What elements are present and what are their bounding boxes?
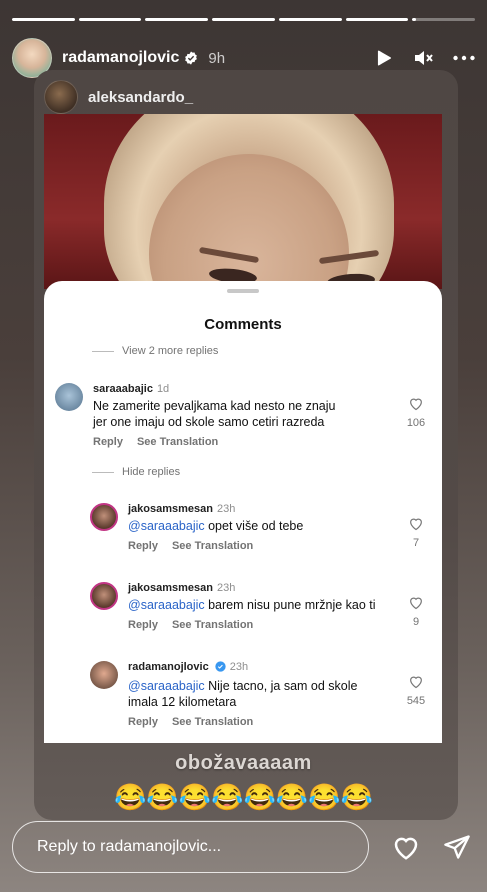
like-count: 106 xyxy=(406,417,426,429)
comment: jakosamsmesan 23h @saraaabajic barem nisu… xyxy=(90,582,378,631)
like-control: 106 xyxy=(401,396,431,429)
progress-segment xyxy=(12,18,75,21)
hide-replies: Hide replies xyxy=(92,466,180,478)
sheet-title: Comments xyxy=(204,316,282,333)
reply-input[interactable]: Reply to radamanojlovic... xyxy=(12,821,369,873)
avatar xyxy=(90,503,118,531)
reply-link: Reply xyxy=(128,540,158,552)
see-translation-link: See Translation xyxy=(171,619,254,631)
repost-avatar xyxy=(44,80,78,114)
like-count: 9 xyxy=(412,616,420,628)
comment-time: 23h xyxy=(217,503,236,515)
post-photo xyxy=(44,114,442,289)
verified-badge-icon xyxy=(184,51,198,65)
comment-username: saraaabajic xyxy=(93,383,153,395)
like-control: 9 xyxy=(401,595,431,628)
heart-icon xyxy=(410,398,422,411)
story-progress xyxy=(12,18,476,21)
story-username[interactable]: radamanojlovic xyxy=(62,49,179,67)
comment-username: jakosamsmesan xyxy=(128,582,213,594)
progress-segment xyxy=(345,18,409,21)
avatar xyxy=(90,582,118,610)
progress-segment xyxy=(412,18,476,21)
more-icon[interactable] xyxy=(453,47,475,69)
view-more-replies: View 2 more replies xyxy=(92,345,218,357)
comments-sheet: Comments View 2 more replies saraaabajic… xyxy=(44,281,442,743)
comment: jakosamsmesan 23h @saraaabajic opet više … xyxy=(90,503,378,552)
avatar xyxy=(90,661,118,689)
heart-icon xyxy=(410,597,422,610)
verified-badge-icon xyxy=(215,661,226,675)
send-icon[interactable] xyxy=(443,833,471,866)
comment-text: barem nisu pune mržnje kao ti xyxy=(208,598,376,612)
reply-link: Reply xyxy=(93,436,123,448)
play-icon[interactable] xyxy=(373,47,395,69)
comment-time: 23h xyxy=(217,582,236,594)
comment-time: 1d xyxy=(156,383,170,395)
reply-link: Reply xyxy=(128,716,158,728)
heart-icon[interactable] xyxy=(391,833,421,866)
like-count: 7 xyxy=(412,537,420,549)
story-time: 9h xyxy=(208,49,226,67)
comment-text: Ne zamerite pevaljkama kad nesto ne znaj… xyxy=(93,399,336,429)
comment-username: radamanojlovic xyxy=(128,661,209,673)
progress-segment xyxy=(212,18,275,21)
heart-icon xyxy=(410,676,422,689)
like-control: 7 xyxy=(401,516,431,549)
see-translation-link: See Translation xyxy=(171,540,254,552)
comment-text: opet više od tebe xyxy=(208,519,304,533)
progress-segment xyxy=(78,18,142,21)
mute-icon[interactable] xyxy=(413,47,435,69)
like-control: 545 xyxy=(401,674,431,707)
progress-segment xyxy=(145,18,209,21)
comment-mention: @saraaabajic xyxy=(128,679,205,693)
emoji-sticker: 😂😂😂😂😂😂😂😂 xyxy=(114,782,373,812)
avatar xyxy=(55,383,83,411)
comment-username: jakosamsmesan xyxy=(128,503,213,515)
comment-mention: @saraaabajic xyxy=(128,519,205,533)
progress-segment xyxy=(278,18,342,21)
comment-mention: @saraaabajic xyxy=(128,598,205,612)
heart-icon xyxy=(410,518,422,531)
comment: radamanojlovic 23h @saraaabajic Nije tac… xyxy=(90,661,378,728)
reply-link: Reply xyxy=(128,619,158,631)
repost-username: aleksandardo_ xyxy=(88,88,194,106)
like-count: 545 xyxy=(406,695,426,707)
see-translation-link: See Translation xyxy=(171,716,254,728)
comment-time: 23h xyxy=(229,661,249,673)
story-caption: obožavaaaam xyxy=(175,752,312,774)
comment: saraaabajic 1d Ne zamerite pevaljkama kad… xyxy=(55,383,343,448)
see-translation-link: See Translation xyxy=(136,436,219,448)
sheet-grabber xyxy=(227,289,259,293)
